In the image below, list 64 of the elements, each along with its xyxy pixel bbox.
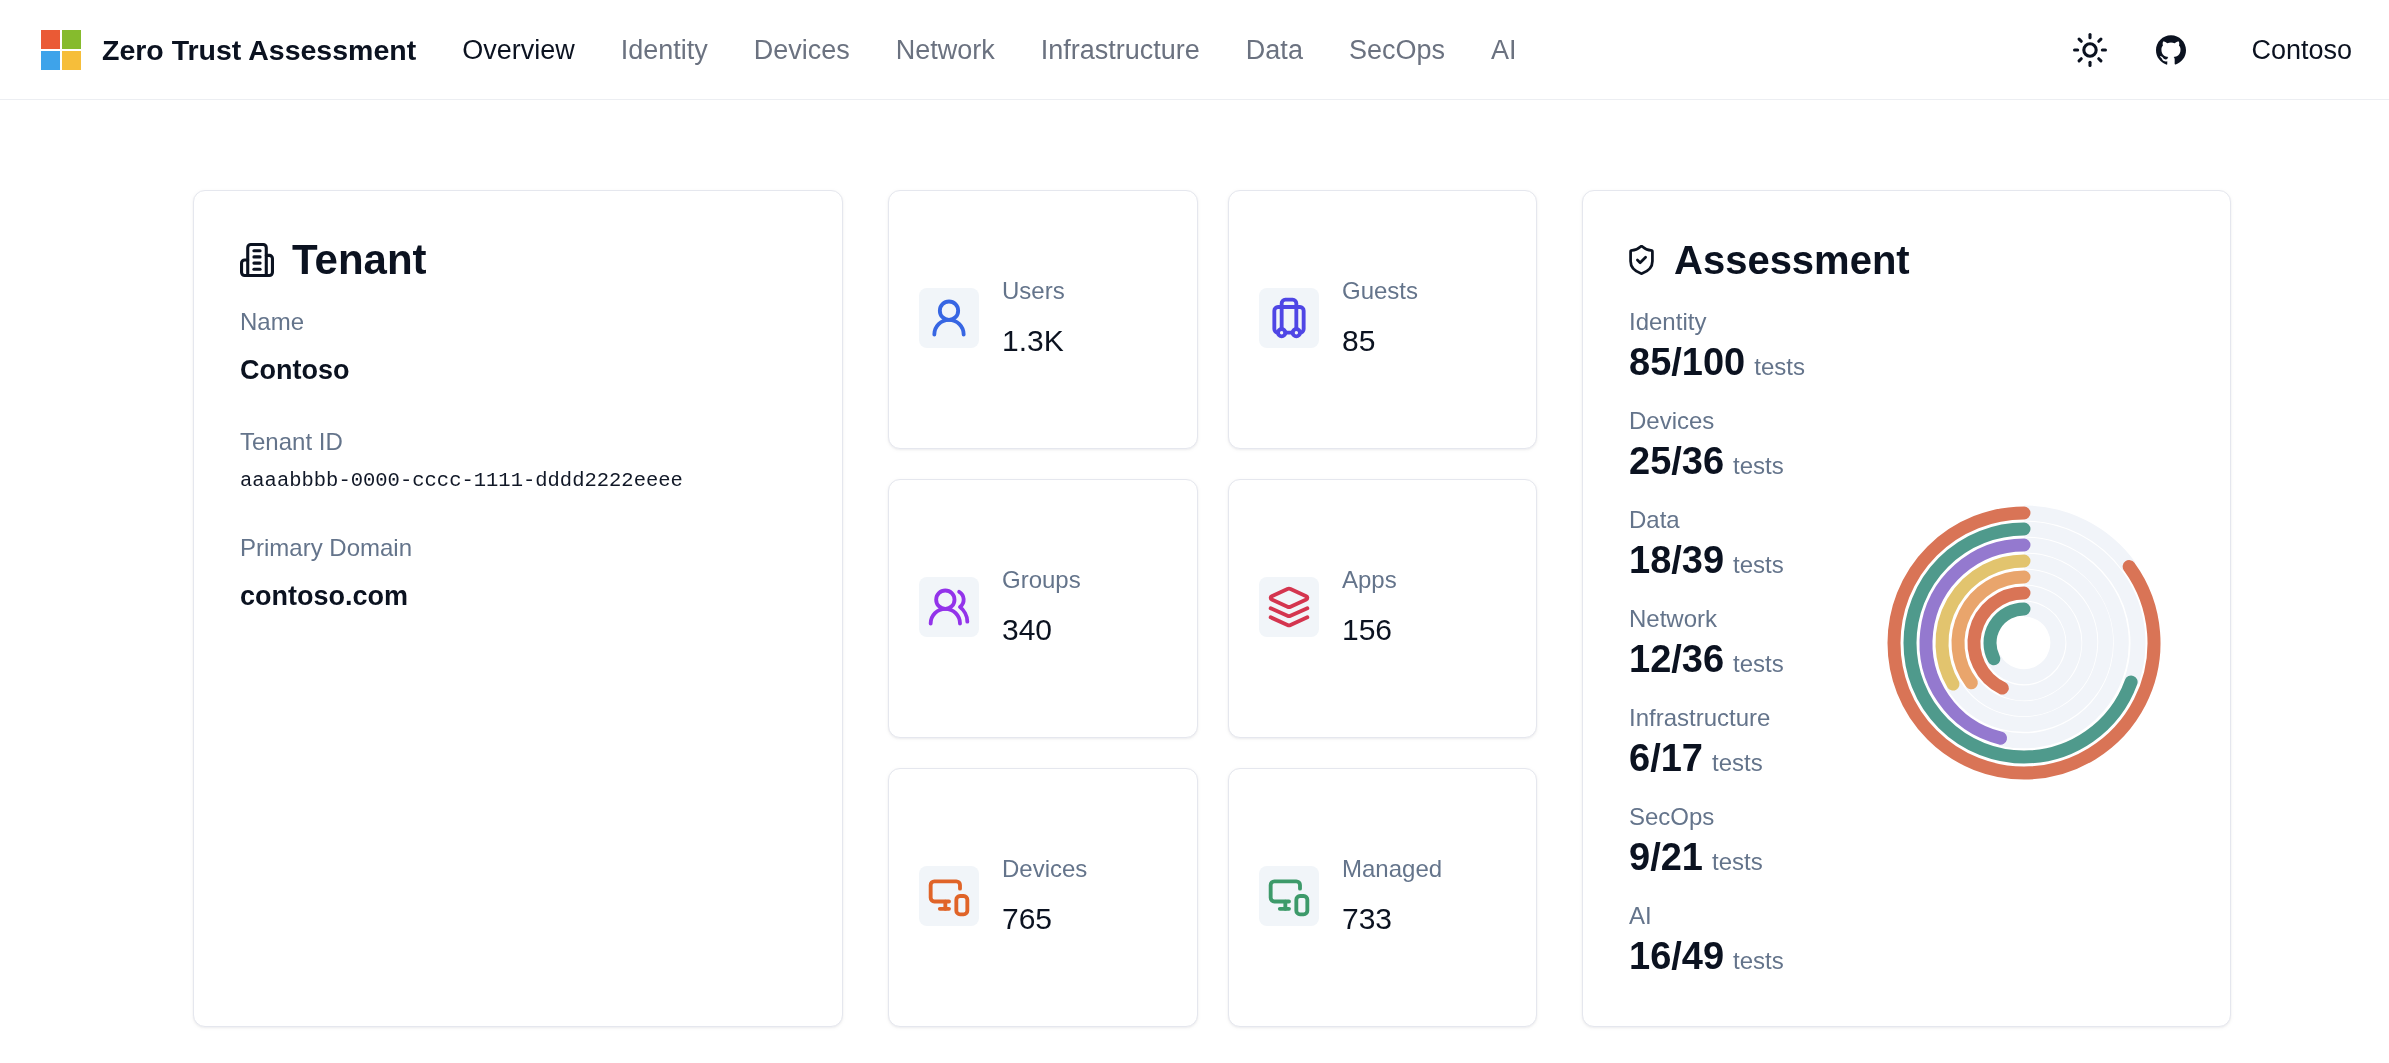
shield-check-icon xyxy=(1629,245,1654,275)
score-value: 16/49 xyxy=(1629,934,1725,979)
tenant-name: Contoso xyxy=(2251,33,2352,67)
stat-label: Devices xyxy=(1002,853,1088,884)
layers-icon xyxy=(1259,576,1319,637)
field-value: Contoso xyxy=(240,354,350,387)
score-value: 25/36 xyxy=(1629,439,1725,484)
unit-label: tests xyxy=(1733,550,1784,580)
nav-tab[interactable]: Identity xyxy=(620,31,708,68)
nav-tab[interactable]: Devices xyxy=(753,31,850,68)
nav-tab[interactable]: SecOps xyxy=(1348,31,1445,68)
unit-label: tests xyxy=(1711,847,1763,877)
unit-label: tests xyxy=(1711,748,1763,778)
category-label: Identity xyxy=(1629,307,1707,337)
score-value: 18/39 xyxy=(1629,538,1725,583)
github-icon xyxy=(2156,34,2187,65)
stat-value: 765 xyxy=(1002,900,1053,937)
stat-label: Guests xyxy=(1342,275,1419,306)
stat-value: 733 xyxy=(1342,900,1393,937)
category-label: Network xyxy=(1629,604,1718,634)
category-label: Data xyxy=(1629,505,1680,535)
score-value: 6/17 xyxy=(1629,736,1703,781)
monitor-phone-icon xyxy=(1259,865,1319,926)
category-label: Infrastructure xyxy=(1629,703,1771,733)
stat-label: Managed xyxy=(1342,853,1443,884)
stat-value: 85 xyxy=(1342,322,1376,359)
github-link[interactable] xyxy=(2156,34,2187,65)
score-value: 9/21 xyxy=(1629,835,1703,880)
field-label: Tenant ID xyxy=(240,427,343,457)
unit-label: tests xyxy=(1733,649,1784,679)
stat-label: Groups xyxy=(1002,564,1081,595)
monitor-phone-icon xyxy=(919,865,979,926)
stat-value: 340 xyxy=(1002,611,1053,648)
unit-label: tests xyxy=(1754,352,1805,382)
unit-label: tests xyxy=(1733,946,1784,976)
app-title: Zero Trust Assessment xyxy=(102,32,417,68)
luggage-icon xyxy=(1259,287,1319,348)
people-icon xyxy=(919,576,979,637)
card-title: Tenant xyxy=(292,235,427,285)
score-value: 85/100 xyxy=(1629,340,1746,385)
unit-label: tests xyxy=(1733,451,1784,481)
stat-label: Apps xyxy=(1342,564,1397,595)
person-icon xyxy=(919,287,979,348)
field-value: aaaabbbb-0000-cccc-1111-dddd2222eeee xyxy=(240,468,683,494)
field-label: Primary Domain xyxy=(240,533,413,563)
field-value: contoso.com xyxy=(240,580,408,613)
card-title: Assessment xyxy=(1674,237,1910,284)
stat-label: Users xyxy=(1002,275,1065,306)
category-label: Devices xyxy=(1629,406,1715,436)
building-icon xyxy=(240,243,274,277)
field-label: Name xyxy=(240,307,305,337)
logo-icon xyxy=(41,29,81,70)
nav-tab[interactable]: Infrastructure xyxy=(1040,31,1200,68)
stat-value: 156 xyxy=(1342,611,1393,648)
category-label: SecOps xyxy=(1629,802,1715,832)
category-label: AI xyxy=(1629,901,1652,931)
nav-tab[interactable]: Overview xyxy=(462,31,575,68)
nav-tab[interactable]: AI xyxy=(1490,31,1517,68)
theme-toggle-button[interactable] xyxy=(2073,32,2108,67)
sun-icon xyxy=(2073,32,2108,67)
score-value: 12/36 xyxy=(1629,637,1725,682)
nav-tab[interactable]: Data xyxy=(1245,31,1303,68)
stat-value: 1.3K xyxy=(1002,322,1064,359)
nav-tab[interactable]: Network xyxy=(895,31,995,68)
